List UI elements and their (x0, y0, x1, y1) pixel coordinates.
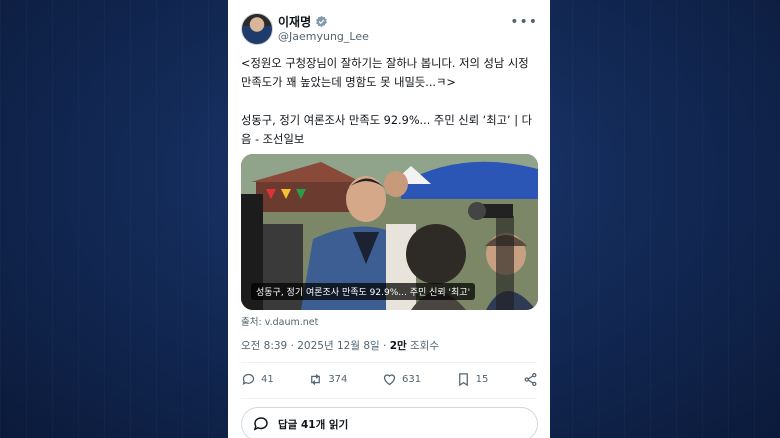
bookmark-count: 15 (475, 374, 489, 385)
views-label: 조회수 (406, 340, 439, 352)
divider (241, 362, 537, 363)
like-button[interactable]: 631 (382, 372, 421, 387)
share-icon (524, 372, 537, 387)
image-caption: 성동구, 정기 여론조사 만족도 92.9%... 주민 신뢰 '최고' (251, 283, 476, 300)
retweet-icon (311, 374, 321, 385)
tweet-text-quote: <정원오 구청장님이 잘하기는 잘하나 봅니다. 저의 성남 시정 만족도가 꽤… (241, 57, 529, 89)
read-replies-label: 답글 41개 읽기 (278, 418, 349, 431)
tweet-time[interactable]: 오전 8:39 · 2025년 12월 8일 · (241, 340, 390, 352)
reply-button[interactable]: 41 (241, 372, 274, 387)
like-icon (383, 374, 396, 386)
action-bar: 41 374 631 15 (241, 372, 538, 387)
views-count: 2만 (389, 340, 407, 352)
reply-icon (242, 373, 255, 386)
tweet-meta: 오전 8:39 · 2025년 12월 8일 · 2만 조회수 (241, 338, 439, 353)
chat-bubble-icon (253, 417, 268, 431)
link-source[interactable]: 출처: v.daum.net (241, 314, 318, 328)
like-count: 631 (401, 374, 422, 385)
divider (241, 398, 537, 399)
bookmark-button[interactable]: 15 (456, 372, 489, 387)
author-name[interactable]: 이재명 (278, 13, 328, 30)
retweet-count: 374 (328, 374, 348, 385)
bookmark-icon (458, 373, 468, 387)
avatar[interactable] (241, 13, 273, 45)
share-button[interactable] (523, 372, 538, 387)
author-name-text: 이재명 (278, 15, 312, 29)
tweet-card: 이재명 @Jaemyung_Lee ••• <정원오 구청장님이 잘하기는 잘하… (228, 0, 550, 438)
tweet-image[interactable]: 성동구, 정기 여론조사 만족도 92.9%... 주민 신뢰 '최고' (241, 154, 538, 310)
reply-count: 41 (261, 374, 274, 385)
tweet-text-headline: 성동구, 정기 여론조사 만족도 92.9%... 주민 신뢰 ‘최고’ | 다… (241, 114, 533, 146)
retweet-button[interactable]: 374 (308, 372, 347, 387)
verified-icon (316, 15, 327, 28)
more-icon[interactable]: ••• (510, 14, 538, 30)
read-replies-button[interactable]: 답글 41개 읽기 (241, 407, 538, 438)
tweet-text: <정원오 구청장님이 잘하기는 잘하나 봅니다. 저의 성남 시정 만족도가 꽤… (241, 54, 541, 149)
author-handle[interactable]: @Jaemyung_Lee (278, 30, 369, 43)
